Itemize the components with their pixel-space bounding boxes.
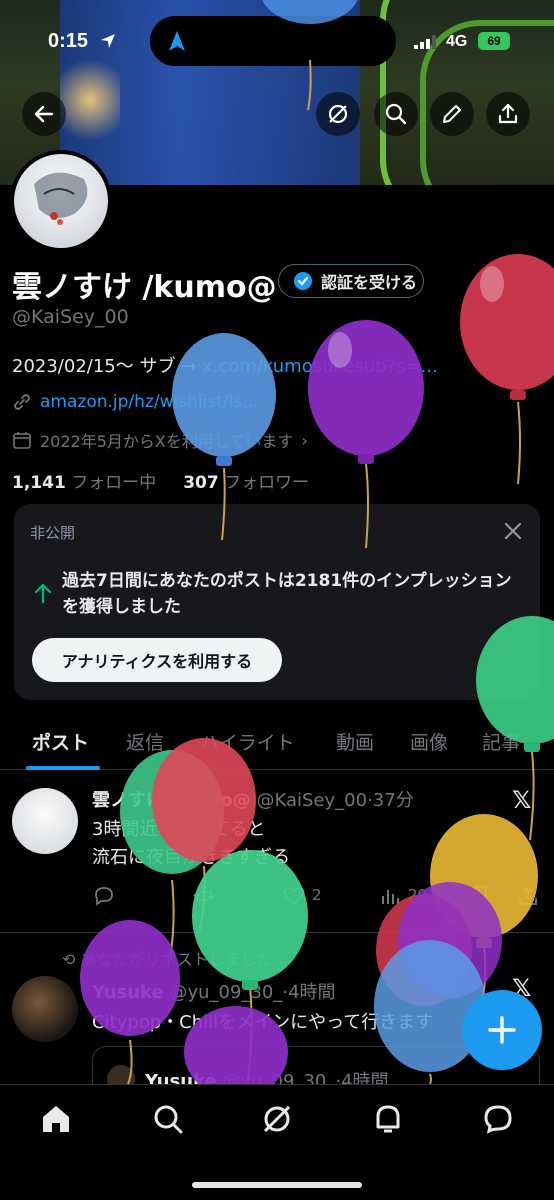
- edit-button[interactable]: [430, 92, 474, 136]
- arrow-up-icon: [34, 583, 52, 604]
- back-arrow-icon: [34, 105, 54, 123]
- active-tab-indicator: [26, 766, 100, 770]
- views-count: 20: [408, 886, 428, 904]
- battery-level: 69: [478, 32, 510, 50]
- tab-replies[interactable]: 返信: [126, 728, 164, 755]
- following-label: フォロー中: [71, 473, 157, 493]
- post-header: 雲ノすけ /kumo@ @KaiSey_00·37分: [92, 786, 414, 812]
- profile-handle: @KaiSey_00: [12, 306, 129, 328]
- search-button[interactable]: [374, 92, 418, 136]
- post-time: ·37分: [367, 790, 414, 811]
- post-divider: [0, 932, 554, 933]
- impressions-text: 過去7日間にあなたのポストは2181件のインプレッションを獲得しました: [62, 571, 512, 617]
- compose-button[interactable]: [462, 990, 542, 1070]
- tab-highlights[interactable]: ハイライト: [200, 728, 295, 755]
- status-bar: 0:15 4G 69: [0, 0, 554, 80]
- views-icon[interactable]: [378, 884, 402, 908]
- share-button[interactable]: [486, 92, 530, 136]
- bookmark-icon[interactable]: [468, 884, 492, 908]
- post-author-handle: @yu_09_30_: [169, 982, 283, 1003]
- link-icon: [14, 394, 30, 410]
- analytics-button[interactable]: アナリティクスを利用する: [32, 638, 282, 682]
- compose-icon: [488, 1016, 516, 1044]
- post-avatar[interactable]: [12, 788, 78, 854]
- chevron-right-icon: ›: [301, 430, 308, 450]
- post-time: ·4時間: [282, 982, 336, 1003]
- dynamic-island: [150, 16, 396, 66]
- repost-icon[interactable]: [192, 884, 216, 908]
- status-time: 0:15: [48, 30, 89, 52]
- network-type: 4G: [446, 33, 468, 50]
- post-actions: 2 20: [92, 882, 542, 910]
- tab-posts[interactable]: ポスト: [32, 728, 89, 755]
- like-count: 2: [312, 886, 322, 904]
- reply-icon[interactable]: [92, 884, 116, 908]
- post-line: 3時間近く星見てると: [92, 819, 266, 840]
- grok-icon[interactable]: [259, 1101, 295, 1137]
- post-author-handle: @KaiSey_00: [256, 790, 368, 811]
- grok-button[interactable]: [316, 92, 360, 136]
- x-logo-icon: 𝕏: [512, 786, 532, 814]
- post-author-name[interactable]: 雲ノすけ /kumo@: [92, 790, 251, 811]
- calendar-icon: [13, 432, 31, 449]
- tab-videos[interactable]: 動画: [336, 728, 374, 755]
- website-link[interactable]: amazon.jp/hz/wishlist/ls...: [40, 392, 258, 412]
- balloon: [460, 254, 554, 485]
- repost-indicator: ⟲ あなたがリポストしました: [62, 950, 273, 969]
- profile-bio: 2023/02/15～ サブ → x.com/kumosukesub?s=...: [12, 352, 438, 378]
- post-text[interactable]: Citypop・Chillをメインにやって行きます: [92, 1008, 433, 1034]
- tab-articles[interactable]: 記事: [482, 728, 520, 755]
- follow-stats: 1,141 フォロー中 307 フォロワー: [12, 468, 309, 493]
- pencil-icon: [443, 105, 461, 123]
- bio-text: 2023/02/15～ サブ →: [12, 356, 202, 377]
- like-icon[interactable]: [282, 884, 306, 908]
- post-avatar[interactable]: [12, 976, 78, 1042]
- share-icon: [498, 103, 518, 124]
- post-header: Yusuke @yu_09_30_·4時間: [92, 978, 336, 1004]
- search-icon: [385, 103, 407, 125]
- analytics-card: 非公開 過去7日間にあなたのポストは2181件のインプレッションを獲得しました …: [14, 504, 540, 700]
- home-icon[interactable]: [38, 1101, 74, 1137]
- following-link[interactable]: 1,141 フォロー中: [12, 473, 156, 493]
- post-author-name[interactable]: Yusuke: [92, 982, 164, 1003]
- grok-icon: [328, 104, 348, 124]
- profile-website[interactable]: amazon.jp/hz/wishlist/ls...: [12, 392, 258, 412]
- avatar-illustration: [34, 172, 88, 225]
- joined-text: 2022年5月からXを利用しています: [40, 432, 294, 451]
- balloon: [376, 894, 472, 1006]
- post-text[interactable]: 3時間近く星見てると 流石に夜目がききすぎる: [92, 816, 290, 872]
- bio-link[interactable]: x.com/kumosukesub?s=...: [202, 356, 438, 377]
- navigation-icon: [169, 31, 185, 51]
- followers-label: フォロワー: [224, 473, 310, 493]
- post-line: 流石に夜目がききすぎる: [92, 847, 290, 868]
- profile-avatar[interactable]: [10, 150, 112, 252]
- private-label: 非公開: [30, 524, 76, 542]
- get-verified-label: 認証を受ける: [321, 273, 418, 292]
- signal-icon: [414, 35, 436, 49]
- get-verified-button[interactable]: 認証を受ける: [278, 264, 424, 298]
- close-icon[interactable]: [500, 518, 526, 544]
- share-icon[interactable]: [516, 884, 540, 908]
- search-icon[interactable]: [150, 1101, 186, 1137]
- profile-tabs: ポスト 返信 ハイライト 動画 画像 記事: [0, 718, 554, 770]
- home-indicator: [192, 1182, 362, 1188]
- tab-images[interactable]: 画像: [410, 728, 448, 755]
- verified-badge-icon: [294, 272, 312, 290]
- notifications-icon[interactable]: [370, 1101, 406, 1137]
- following-count: 1,141: [12, 473, 66, 493]
- followers-link[interactable]: 307 フォロワー: [183, 473, 309, 493]
- location-icon: [101, 34, 115, 48]
- followers-count: 307: [183, 473, 219, 493]
- messages-icon[interactable]: [480, 1101, 516, 1137]
- profile-name: 雲ノすけ /kumo@: [12, 270, 277, 305]
- profile-joined[interactable]: 2022年5月からXを利用しています ›: [12, 428, 308, 452]
- back-button[interactable]: [22, 92, 66, 136]
- repost-label: あなたがリポストしました: [80, 950, 273, 969]
